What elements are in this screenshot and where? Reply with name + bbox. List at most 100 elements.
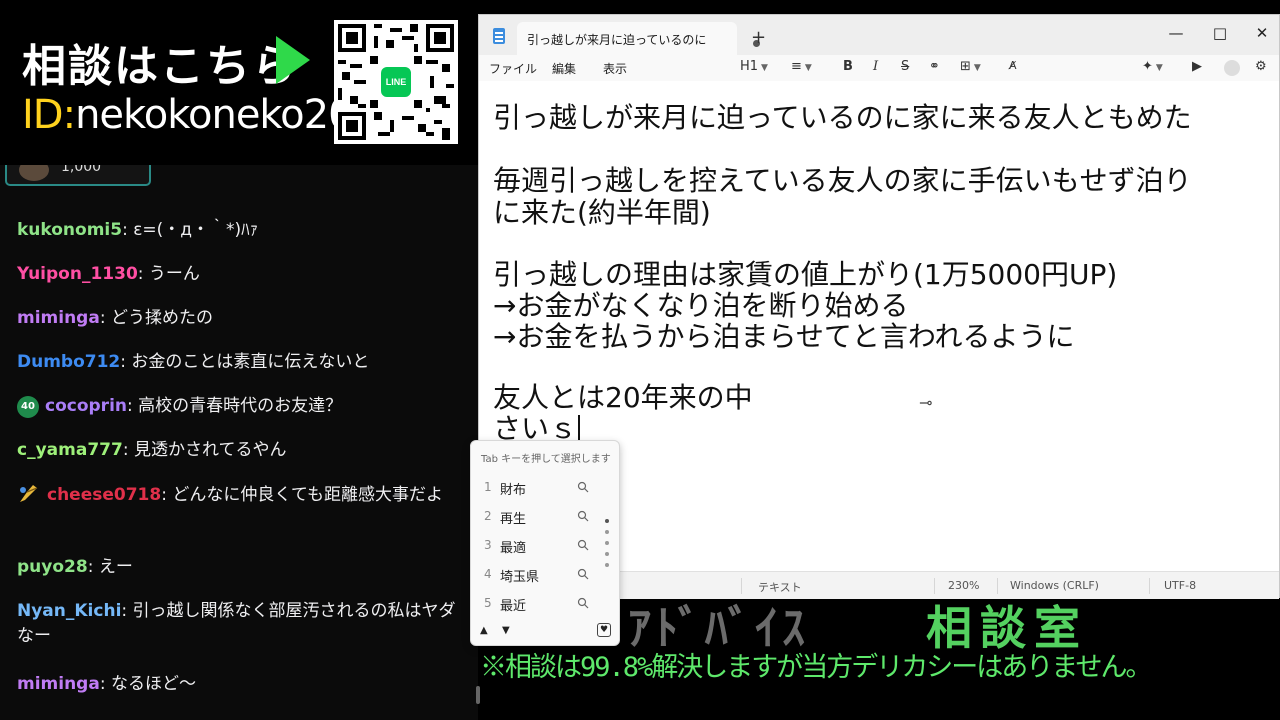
consult-banner: 相談はこちら ID:nekokoneko2018 LINE: [0, 0, 478, 165]
candidate-text: 最適: [500, 541, 527, 556]
ime-prev-page-icon[interactable]: ▲: [480, 625, 488, 636]
line-logo-icon: LINE: [378, 64, 414, 100]
partial-badge-count: 1,000: [61, 165, 102, 175]
strikethrough-button[interactable]: S: [901, 59, 909, 74]
chat-message: Yuipon_1130: うーん: [17, 262, 457, 287]
list-dropdown[interactable]: ≡ ▼: [791, 59, 812, 74]
title-bar[interactable]: 引っ越しが来月に迫っているのに家に来る + — □ ✕: [479, 15, 1279, 55]
chat-username[interactable]: puyo28: [17, 557, 88, 577]
menu-view[interactable]: 表示: [603, 60, 627, 77]
close-button[interactable]: ✕: [1241, 19, 1280, 49]
chat-separator: :: [99, 674, 111, 694]
chat-scrollbar[interactable]: [476, 686, 480, 704]
screen: ｱﾄﾞﾊﾞｲｽ 相談室 ※相談は99.8%解決しますが当方デリカシーはありません…: [0, 0, 1280, 720]
ime-heart-icon[interactable]: ♥: [597, 623, 611, 637]
bullet-list-icon: ≡: [791, 59, 802, 74]
heading-dropdown-label: H1: [740, 59, 759, 74]
chevron-down-icon: ▼: [761, 63, 768, 73]
copilot-dropdown[interactable]: ✦ ▼: [1142, 59, 1163, 74]
chat-text: どんなに仲良くても距離感大事だよ: [172, 485, 443, 505]
ime-page-indicator: [605, 519, 611, 579]
new-tab-button[interactable]: +: [751, 27, 766, 48]
status-encoding[interactable]: UTF-8: [1164, 579, 1196, 592]
chat-username[interactable]: cocoprin: [45, 396, 127, 416]
status-divider: [741, 578, 742, 594]
table-icon: ⊞: [960, 59, 971, 74]
chat-separator: :: [127, 396, 139, 416]
maximize-button[interactable]: □: [1199, 19, 1241, 49]
menu-edit[interactable]: 編集: [552, 60, 576, 77]
chat-separator: :: [99, 308, 111, 328]
candidate-text: 再生: [500, 512, 527, 527]
chat-text: 見透かされてるやん: [133, 440, 287, 460]
candidate-text: 財布: [500, 483, 527, 498]
copilot-icon: ✦: [1142, 59, 1153, 74]
status-zoom[interactable]: 230%: [948, 579, 979, 592]
chevron-down-icon: ▼: [973, 63, 981, 73]
chat-username[interactable]: Yuipon_1130: [17, 264, 138, 284]
minimize-button[interactable]: —: [1155, 19, 1197, 49]
chevron-down-icon: ▼: [804, 63, 812, 73]
gear-icon[interactable]: ⚙: [1255, 59, 1267, 74]
search-icon[interactable]: [577, 597, 589, 609]
chat-username[interactable]: cheese0718: [47, 485, 161, 505]
play-arrow-icon: [276, 36, 310, 84]
chat-username[interactable]: Dumbo712: [17, 352, 120, 372]
status-divider: [997, 578, 998, 594]
ime-next-page-icon[interactable]: ▼: [502, 625, 510, 636]
text-caret: [578, 415, 581, 443]
search-icon[interactable]: [577, 568, 589, 580]
mouse-ibeam-cursor: ⊸: [919, 393, 933, 412]
ime-candidate[interactable]: 3 最適: [471, 531, 599, 560]
chat-separator: :: [122, 440, 134, 460]
chat-username[interactable]: c_yama777: [17, 440, 123, 460]
status-line-ending[interactable]: Windows (CRLF): [1010, 579, 1099, 592]
candidate-text: 最近: [500, 599, 527, 614]
chat-message: c_yama777: 見透かされてるやん: [17, 438, 457, 463]
notepad-app-icon: [493, 28, 505, 44]
status-divider: [934, 578, 935, 594]
ime-candidate[interactable]: 2 再生: [471, 502, 599, 531]
chat-username[interactable]: kukonomi5: [17, 220, 122, 240]
account-avatar-icon[interactable]: [1224, 60, 1240, 76]
tab-document[interactable]: 引っ越しが来月に迫っているのに家に来る: [517, 22, 760, 55]
ime-candidate[interactable]: 4 埼玉県: [471, 560, 599, 589]
italic-button[interactable]: I: [873, 59, 878, 74]
chat-username[interactable]: miminga: [17, 308, 100, 328]
bold-button[interactable]: B: [843, 59, 853, 74]
feather-badge-icon[interactable]: [17, 482, 41, 504]
announcement-icon[interactable]: ▶: [1192, 59, 1202, 74]
chat-username[interactable]: Nyan_Kichi: [17, 601, 121, 621]
heading-dropdown[interactable]: H1 ▼: [740, 59, 768, 74]
clear-format-icon[interactable]: A̸: [1009, 59, 1017, 72]
chat-message: puyo28: えー: [17, 555, 457, 580]
editor-line: →お金を払うから泊まらせてと言われるように: [493, 320, 1075, 353]
table-dropdown[interactable]: ⊞ ▼: [960, 59, 981, 74]
status-type[interactable]: テキスト: [758, 579, 802, 595]
candidate-number: 1: [484, 480, 492, 494]
line-logo-text: LINE: [385, 77, 407, 87]
ime-candidate[interactable]: 5 最近: [471, 589, 599, 618]
search-icon[interactable]: [577, 481, 589, 493]
stream-subtitle-text: ※相談は99.8%解決しますが当方デリカシーはありません。: [480, 652, 1152, 683]
chat-username[interactable]: miminga: [17, 674, 100, 694]
candidate-number: 4: [484, 567, 492, 581]
stream-subtitle: ※相談は99.8%解決しますが当方デリカシーはありません。: [480, 645, 1152, 684]
candidate-number: 2: [484, 509, 492, 523]
search-icon[interactable]: [577, 539, 589, 551]
link-icon[interactable]: ⚭: [929, 59, 940, 74]
search-icon[interactable]: [577, 510, 589, 522]
subscriber-badge-icon[interactable]: 40: [17, 396, 39, 418]
chat-message: miminga: どう揉めたの: [17, 306, 457, 331]
status-divider: [1149, 578, 1150, 594]
ime-candidate[interactable]: 1 財布: [471, 473, 599, 502]
chat-separator: :: [122, 220, 134, 240]
chat-text: えー: [98, 557, 133, 577]
partial-top-badge: 1,000: [5, 165, 151, 186]
menu-file[interactable]: ファイル: [489, 60, 537, 77]
candidate-text: 埼玉県: [500, 570, 540, 585]
chat-text: 高校の青春時代のお友達？: [138, 396, 343, 416]
candidate-number: 5: [484, 596, 492, 610]
chat-text: ε=(・д・｀*)ﾊｧ: [133, 220, 259, 240]
chat-separator: :: [137, 264, 149, 284]
